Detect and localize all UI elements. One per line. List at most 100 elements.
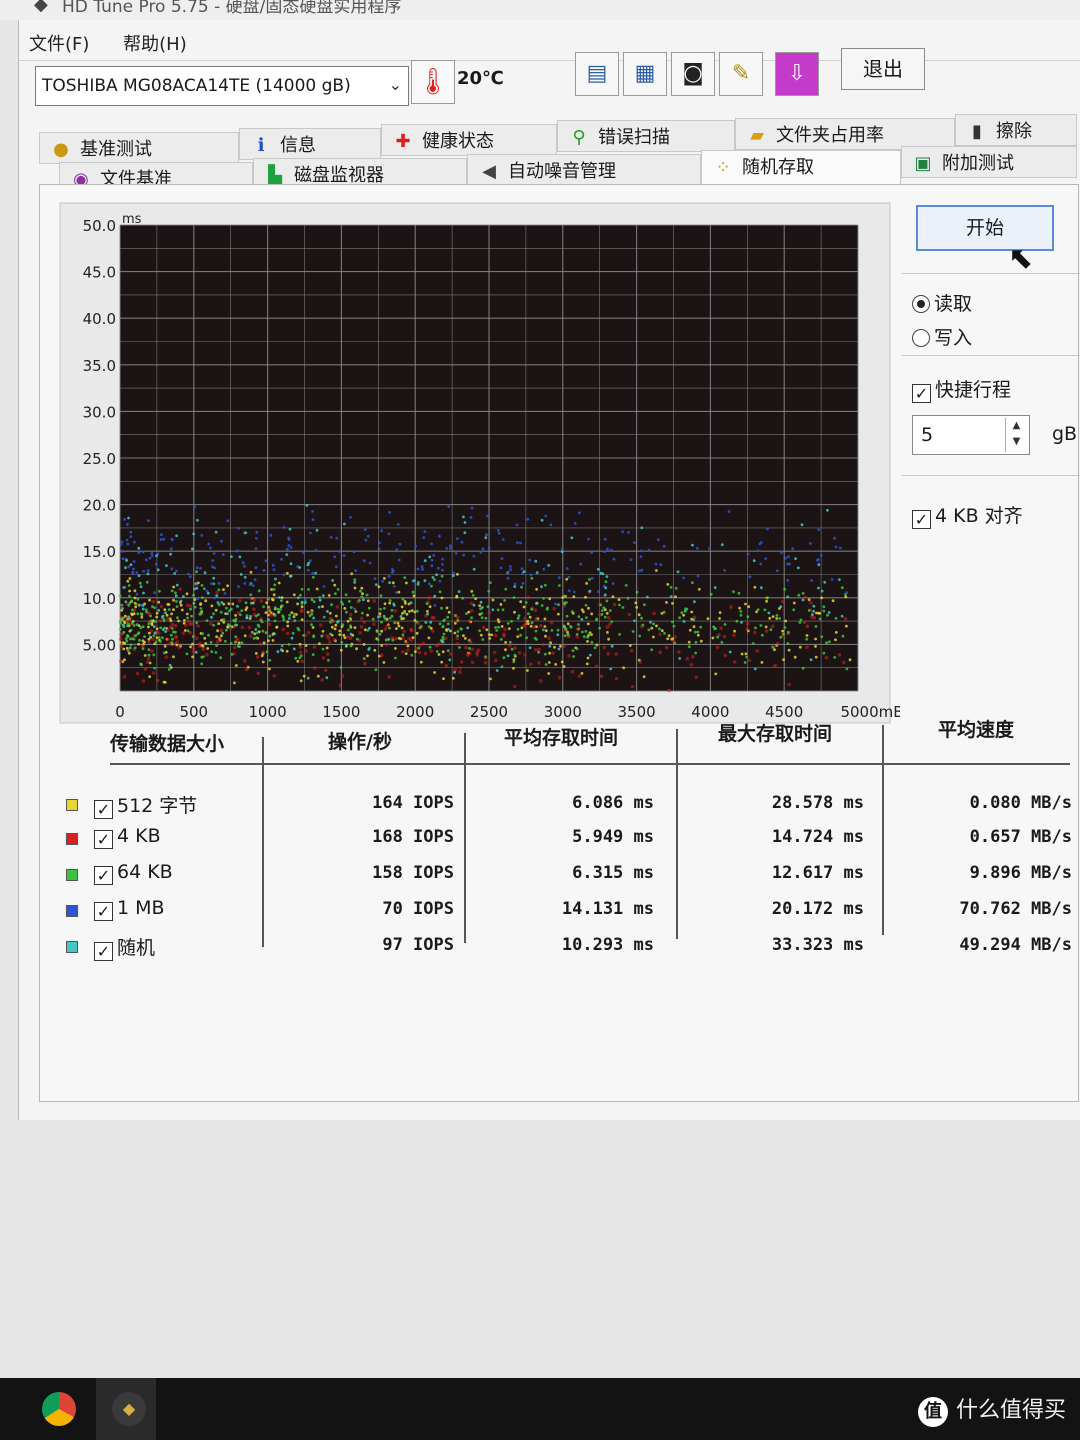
data-point (527, 612, 530, 616)
read-radio[interactable]: 读取 (912, 289, 972, 316)
start-button[interactable]: 开始 (916, 205, 1054, 251)
data-point (226, 584, 230, 588)
speed-cell: 0.657 MB/s (969, 827, 1072, 847)
data-point (253, 578, 257, 581)
taskbar-hdtune[interactable]: ◆ (96, 1378, 156, 1440)
data-point (546, 606, 549, 610)
data-point (129, 643, 133, 647)
options-button[interactable]: ✎ (719, 52, 763, 96)
data-point (135, 623, 139, 626)
data-point (807, 609, 811, 612)
data-point (557, 576, 561, 580)
data-point (362, 643, 366, 646)
data-point (152, 625, 156, 628)
data-point (696, 546, 699, 550)
data-point (459, 660, 464, 664)
write-radio[interactable]: 写入 (912, 323, 972, 350)
drive-select[interactable]: TOSHIBA MG08ACA14TE (14000 gB) ⌄ (35, 66, 409, 106)
data-point (362, 559, 366, 563)
data-point (192, 601, 196, 605)
data-point (303, 601, 307, 605)
tab-benchmark[interactable]: ● 基准测试 (39, 132, 239, 164)
data-point (649, 620, 652, 624)
data-point (442, 677, 445, 680)
tab-random-access[interactable]: ⁘ 随机存取 (701, 150, 901, 186)
series-toggle[interactable]: ✓ 随机 (94, 933, 155, 961)
data-point (282, 618, 286, 622)
tab-error-scan[interactable]: ⚲ 错误扫描 (557, 120, 735, 152)
data-point (756, 549, 760, 553)
data-point (388, 599, 392, 602)
series-toggle[interactable]: ✓ 4 KB (94, 825, 161, 849)
copy-text-button[interactable]: ▤ (575, 52, 619, 96)
data-point (400, 605, 404, 609)
data-point (827, 611, 831, 614)
series-toggle[interactable]: ✓ 512 字节 (94, 791, 197, 819)
data-point (237, 599, 242, 603)
data-point (489, 581, 492, 584)
save-button[interactable]: ⇩ (775, 52, 819, 96)
col-header-speed: 平均速度 (938, 719, 1015, 741)
menu-file[interactable]: 文件(F) (29, 34, 89, 55)
screenshot-button[interactable]: ◙ (671, 52, 715, 96)
tab-erase[interactable]: ▮ 擦除 (955, 114, 1077, 146)
tab-info[interactable]: ℹ 信息 (239, 128, 381, 160)
data-point (239, 573, 243, 576)
data-point (127, 584, 131, 587)
copy-image-button[interactable]: ▦ (623, 52, 667, 96)
data-point (834, 545, 838, 549)
data-point (308, 614, 312, 618)
ops-cell: 164 IOPS (372, 793, 454, 813)
data-point (602, 645, 606, 650)
x-tick-label: 2000 (396, 703, 434, 721)
data-point (543, 617, 547, 621)
short-stroke-stepper[interactable]: 5 ▲ ▼ (912, 415, 1030, 455)
data-point (221, 631, 225, 635)
data-point (817, 563, 821, 567)
taskbar-chrome[interactable] (26, 1378, 86, 1440)
data-point (328, 611, 332, 615)
short-stroke-checkbox[interactable]: ✓ 快捷行程 (912, 375, 1011, 403)
exit-button[interactable]: 退出 (841, 48, 925, 90)
data-point (191, 547, 194, 551)
data-point (128, 646, 132, 650)
data-point (358, 599, 361, 602)
data-point (560, 547, 564, 550)
data-point (133, 646, 137, 650)
data-point (638, 634, 642, 638)
data-point (147, 622, 151, 626)
avg-time-cell: 6.315 ms (572, 863, 654, 883)
tab-label: 信息 (280, 135, 316, 156)
menu-help[interactable]: 帮助(H) (123, 34, 187, 55)
checkbox-icon: ✓ (94, 866, 113, 885)
data-point (599, 674, 604, 678)
data-point (732, 660, 737, 664)
data-point (126, 649, 130, 652)
col-header-ops: 操作/秒 (328, 731, 392, 753)
tab-health[interactable]: ✚ 健康状态 (381, 124, 557, 156)
data-point (491, 608, 495, 612)
series-toggle[interactable]: ✓ 64 KB (94, 861, 173, 885)
data-point (449, 546, 452, 550)
data-point (191, 655, 195, 659)
data-point (635, 606, 639, 609)
data-point (401, 597, 405, 601)
tab-extra-tests[interactable]: ▣ 附加测试 (901, 146, 1077, 178)
align-4kb-checkbox[interactable]: ✓ 4 KB 对齐 (912, 501, 1023, 529)
data-point (607, 616, 611, 620)
data-point (718, 617, 721, 620)
data-point (281, 614, 285, 618)
data-point (412, 579, 416, 583)
series-toggle[interactable]: ✓ 1 MB (94, 897, 165, 921)
data-point (690, 581, 694, 585)
data-point (502, 656, 506, 660)
tab-aam[interactable]: ◀ 自动噪音管理 (467, 154, 701, 186)
data-point (149, 614, 152, 618)
data-point (188, 575, 192, 578)
data-point (432, 554, 436, 557)
data-point (366, 654, 369, 658)
spin-arrows-icon[interactable]: ▲ ▼ (1005, 418, 1027, 452)
data-point (384, 642, 389, 647)
data-point (811, 613, 814, 616)
data-point (122, 647, 126, 651)
